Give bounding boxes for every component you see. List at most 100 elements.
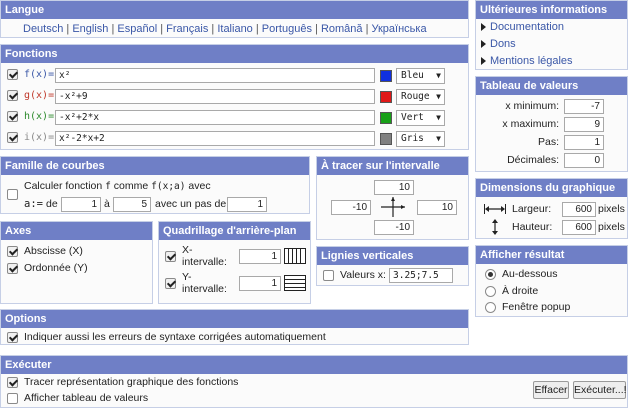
function-i-input[interactable]: x²-2*x+2 — [55, 131, 375, 146]
tableau-panel: Tableau de valeurs x minimum: -7 x maxim… — [475, 76, 628, 172]
axes-title: Axes — [1, 222, 152, 240]
fonctions-title: Fonctions — [1, 45, 468, 63]
decimales-input[interactable]: 0 — [564, 153, 604, 168]
pas-input[interactable]: 1 — [564, 135, 604, 150]
function-g-input[interactable]: -x²+9 — [55, 89, 375, 104]
grid-y-input[interactable]: 1 — [239, 276, 281, 291]
quadrillage-panel: Quadrillage d'arrière-plan X- intervalle… — [158, 221, 311, 304]
ordonnee-checkbox[interactable] — [7, 263, 18, 274]
xmin-input[interactable]: -7 — [564, 99, 604, 114]
famille-a-to-input[interactable]: 5 — [113, 197, 151, 212]
xmin-label: x minimum: — [505, 100, 559, 112]
hauteur-input[interactable]: 600 — [562, 220, 596, 235]
famille-a-to-label: à — [104, 198, 110, 210]
plot-functions-label: Tracer représentation graphique des fonc… — [24, 376, 239, 388]
display-popup-radio[interactable] — [485, 302, 496, 313]
function-f-color-swatch — [380, 70, 392, 82]
axes-panel: Axes Abscisse (X) Ordonnée (Y) — [0, 221, 153, 304]
language-link-de[interactable]: Deutsch — [23, 23, 63, 35]
grid-x-input[interactable]: 1 — [239, 249, 281, 264]
executer-title: Exécuter — [1, 356, 627, 374]
verticales-panel: Lignies verticales Valeurs x: 3.25;7.5 — [316, 246, 469, 286]
language-link-es[interactable]: Español — [117, 23, 157, 35]
grid-x-checkbox[interactable] — [165, 251, 176, 262]
function-f-label: f(x)= — [24, 69, 55, 80]
axes-cross-icon — [379, 196, 407, 218]
largeur-input[interactable]: 600 — [562, 202, 596, 217]
abscisse-checkbox[interactable] — [7, 246, 18, 257]
famille-de-input[interactable]: 1 — [61, 197, 101, 212]
function-i-color-swatch — [380, 133, 392, 145]
famille-line1: Calculer fonction f comme f(x;a) avec — [24, 180, 211, 192]
function-f-checkbox[interactable] — [7, 69, 18, 80]
pas-label: Pas: — [537, 136, 559, 148]
chevron-down-icon: ▼ — [436, 113, 441, 122]
info-link-dons[interactable]: Dons — [490, 38, 516, 50]
grid-x-label-2: intervalle: — [182, 256, 227, 268]
grid-y-label-2: intervalle: — [182, 283, 227, 295]
grid-y-checkbox[interactable] — [165, 278, 176, 289]
fonctions-panel: Fonctions f(x)= x² Bleu ▼ g(x)= -x²+9 Rou… — [0, 44, 469, 150]
syntax-errors-checkbox[interactable] — [7, 332, 18, 343]
verticales-checkbox[interactable] — [323, 270, 334, 281]
interval-bottom-input[interactable]: -10 — [374, 220, 414, 235]
function-h-color-select[interactable]: Vert ▼ — [396, 110, 445, 126]
triangle-icon — [481, 40, 486, 48]
interval-top-input[interactable]: 10 — [374, 180, 414, 195]
language-link-uk[interactable]: Українська — [372, 23, 427, 35]
afficher-panel: Afficher résultat Au-dessous À droite Fe… — [475, 245, 628, 317]
show-table-checkbox[interactable] — [7, 393, 18, 404]
plot-functions-checkbox[interactable] — [7, 377, 18, 388]
verticales-label: Valeurs x: — [340, 269, 386, 281]
info-link-documentation[interactable]: Documentation — [490, 21, 564, 33]
language-link-ro[interactable]: Română — [321, 23, 363, 35]
function-i-color-select[interactable]: Gris ▼ — [396, 131, 445, 147]
info-link-mentions[interactable]: Mentions légales — [490, 55, 573, 67]
language-link-it[interactable]: Italiano — [217, 23, 252, 35]
langue-panel: Langue Deutsch | English | Español | Fra… — [0, 0, 469, 38]
verticales-input[interactable]: 3.25;7.5 — [389, 268, 453, 283]
display-popup-label: Fenêtre popup — [502, 301, 571, 313]
effacer-button[interactable]: Effacer — [533, 381, 569, 399]
display-below-radio[interactable] — [485, 269, 496, 280]
famille-checkbox[interactable] — [7, 189, 18, 200]
executer-button[interactable]: Exécuter...! — [573, 381, 627, 399]
tableau-title: Tableau de valeurs — [476, 77, 627, 95]
function-g-checkbox[interactable] — [7, 90, 18, 101]
famille-panel: Famille de courbes Calculer fonction f c… — [0, 156, 310, 214]
function-h-checkbox[interactable] — [7, 111, 18, 122]
interval-right-input[interactable]: 10 — [417, 200, 457, 215]
executer-panel: Exécuter Tracer représentation graphique… — [0, 355, 628, 408]
language-link-fr[interactable]: Français — [166, 23, 208, 35]
function-g-color-select[interactable]: Rouge ▼ — [396, 89, 445, 105]
chevron-down-icon: ▼ — [436, 134, 441, 143]
show-table-label: Afficher tableau de valeurs — [24, 392, 149, 404]
info-title: Ultérieures informations — [476, 1, 627, 19]
famille-a-label: a:= — [24, 198, 43, 210]
function-f-input[interactable]: x² — [55, 68, 375, 83]
interval-left-input[interactable]: -10 — [331, 200, 371, 215]
options-title: Options — [1, 310, 468, 328]
display-below-label: Au-dessous — [502, 268, 558, 280]
xmax-input[interactable]: 9 — [564, 117, 604, 132]
hauteur-unit: pixels — [598, 221, 625, 233]
famille-title: Famille de courbes — [1, 157, 309, 175]
dimensions-panel: Dimensions du graphique Largeur: 600 pix… — [475, 178, 628, 239]
function-i-checkbox[interactable] — [7, 132, 18, 143]
info-panel: Ultérieures informations Documentation D… — [475, 0, 628, 70]
language-link-pt[interactable]: Português — [262, 23, 312, 35]
langue-title: Langue — [1, 1, 468, 19]
height-arrow-icon — [490, 218, 500, 236]
vertical-grid-icon — [284, 248, 306, 264]
chevron-down-icon: ▼ — [436, 71, 441, 80]
grid-y-label-1: Y- — [182, 271, 192, 283]
function-h-input[interactable]: -x²+2*x — [55, 110, 375, 125]
function-f-color-select[interactable]: Bleu ▼ — [396, 68, 445, 84]
famille-pas-input[interactable]: 1 — [227, 197, 267, 212]
function-h-color-swatch — [380, 112, 392, 124]
verticales-title: Lignies verticales — [317, 247, 468, 265]
language-link-en[interactable]: English — [72, 23, 108, 35]
famille-pas-label: avec un pas de — [155, 198, 227, 210]
display-right-radio[interactable] — [485, 286, 496, 297]
hauteur-label: Hauteur: — [512, 221, 553, 233]
